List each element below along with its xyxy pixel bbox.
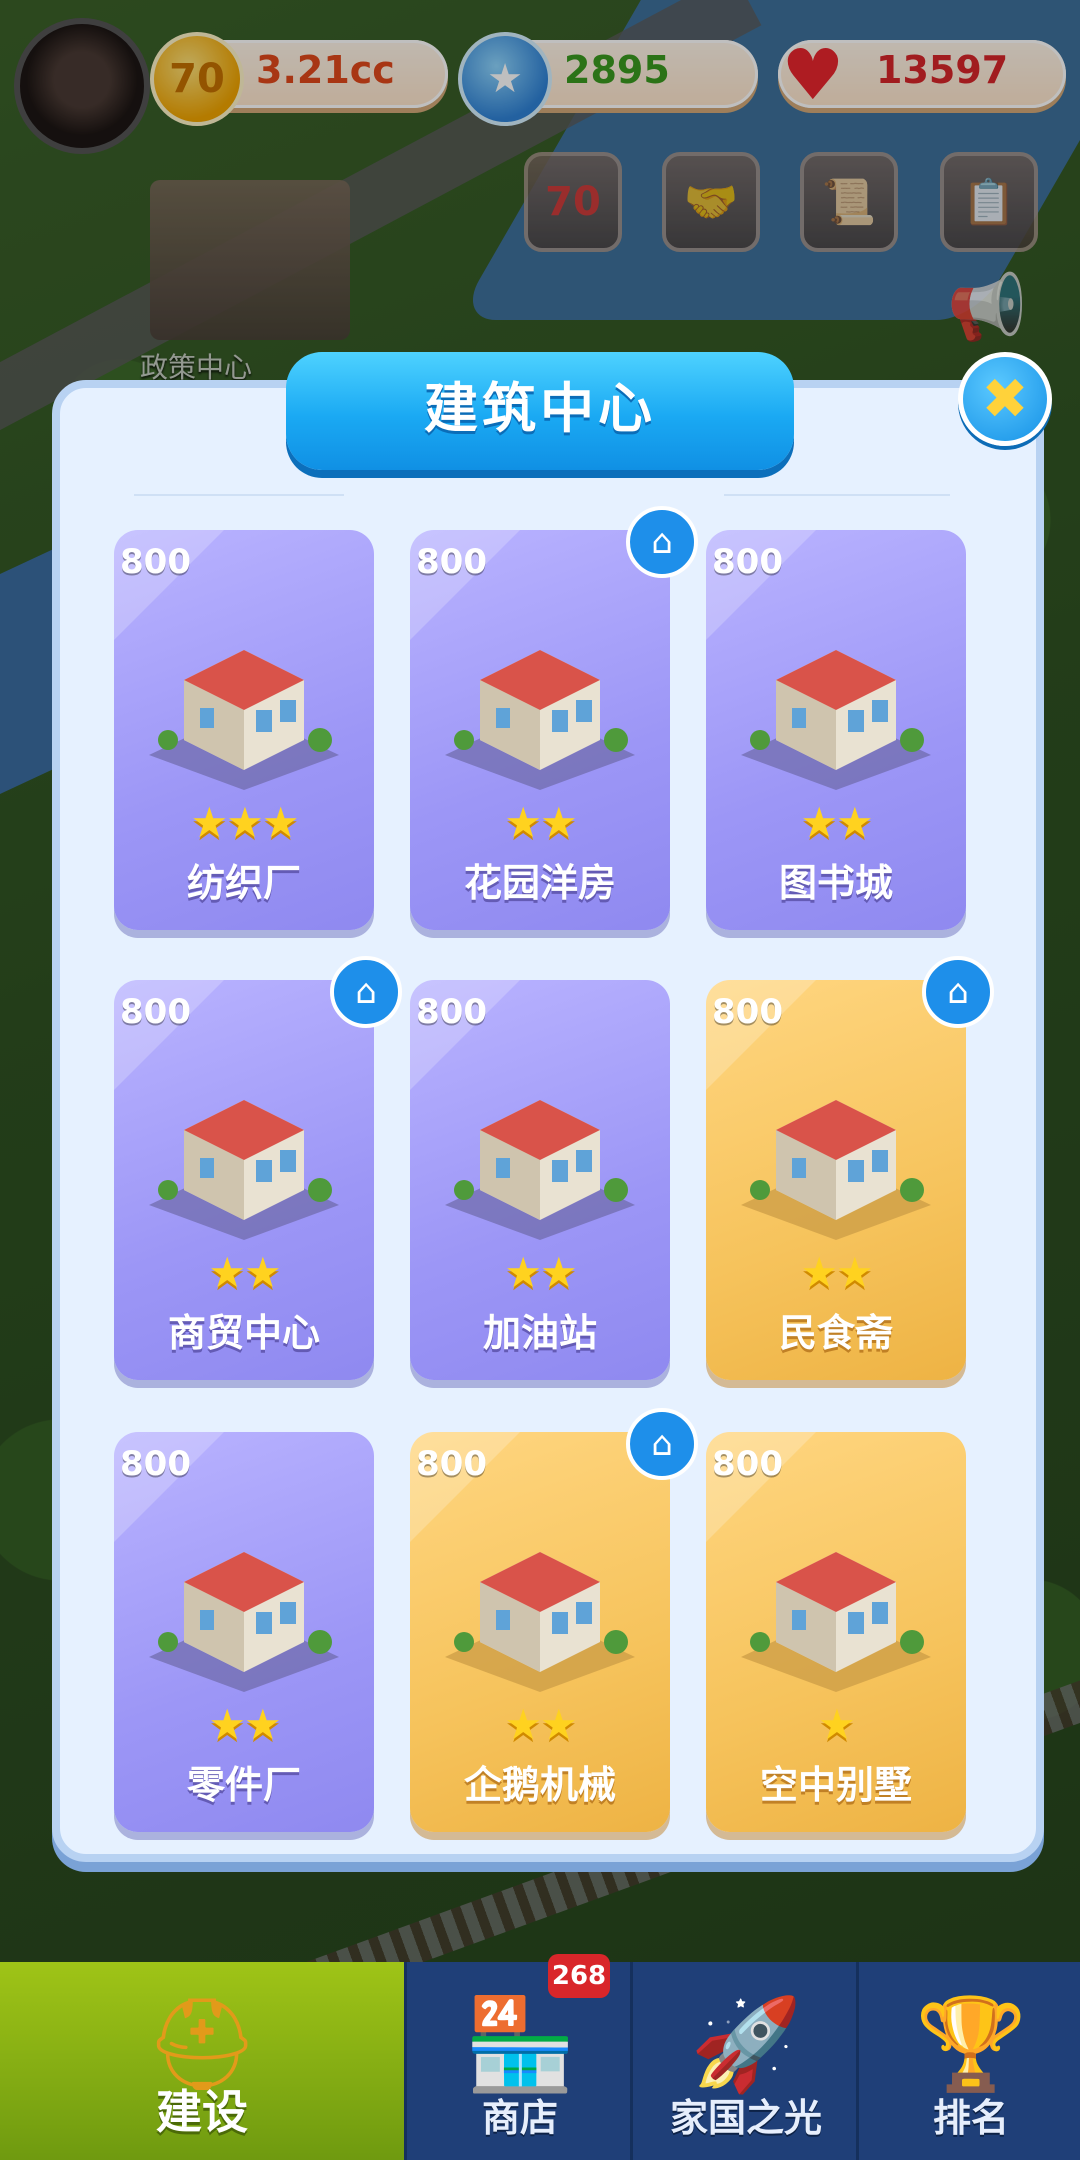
building-name: 商贸中心 bbox=[167, 1311, 320, 1355]
factory-icon bbox=[149, 650, 339, 790]
gas-station-icon bbox=[445, 1100, 635, 1240]
building-price: 800 bbox=[120, 1444, 191, 1484]
building-name: 空中别墅 bbox=[759, 1763, 912, 1807]
rating-stars: ★★★ bbox=[190, 798, 300, 847]
building-card[interactable]: 800 ★★ 企鹅机械 bbox=[410, 1432, 670, 1832]
rating-stars: ★★ bbox=[800, 798, 873, 847]
building-name: 零件厂 bbox=[186, 1763, 301, 1807]
building-card[interactable]: 800 ★★ 图书城 bbox=[706, 530, 966, 930]
building-card[interactable]: 800 ★★★ 纺织厂 bbox=[114, 530, 374, 930]
building-price: 800 bbox=[712, 1444, 783, 1484]
nav-national-glory[interactable]: 🚀 家国之光 bbox=[630, 1962, 859, 2160]
podium-icon: 🏆 bbox=[914, 1992, 1028, 2097]
home-badge-icon[interactable]: ⌂ bbox=[330, 956, 402, 1028]
rocket-icon: 🚀 bbox=[689, 1992, 803, 2097]
building-name: 图书城 bbox=[778, 861, 893, 905]
rating-stars: ★★ bbox=[208, 1700, 281, 1749]
rating-stars: ★★ bbox=[504, 1700, 577, 1749]
bottom-nav: ⛑ 建设 🏪 商店 🚀 家国之光 🏆 排名 bbox=[0, 1962, 1080, 2160]
building-price: 800 bbox=[120, 992, 191, 1032]
nav-ranking[interactable]: 🏆 排名 bbox=[856, 1962, 1080, 2160]
building-price: 800 bbox=[416, 1444, 487, 1484]
nav-build-label: 建设 bbox=[156, 2085, 248, 2139]
tower-icon bbox=[445, 1552, 635, 1692]
nav-build[interactable]: ⛑ 建设 bbox=[0, 1962, 404, 2160]
nav-shop-label: 商店 bbox=[481, 2096, 558, 2140]
building-card[interactable]: 800 ★★ 花园洋房 bbox=[410, 530, 670, 930]
building-card[interactable]: 800 ★★ 民食斋 bbox=[706, 980, 966, 1380]
building-price: 800 bbox=[712, 992, 783, 1032]
rating-stars: ★★ bbox=[504, 1248, 577, 1297]
building-card[interactable]: 800 ★★ 商贸中心 bbox=[114, 980, 374, 1380]
building-name: 加油站 bbox=[482, 1311, 597, 1355]
home-badge-icon[interactable]: ⌂ bbox=[626, 1408, 698, 1480]
building-name: 民食斋 bbox=[778, 1311, 893, 1355]
nav-ranking-label: 排名 bbox=[932, 2096, 1009, 2140]
nav-national-glory-label: 家国之光 bbox=[669, 2096, 822, 2140]
rating-stars: ★★ bbox=[208, 1248, 281, 1297]
rating-stars: ★★ bbox=[504, 798, 577, 847]
panel-title: 建筑中心 bbox=[286, 352, 794, 470]
divider bbox=[134, 494, 344, 496]
building-price: 800 bbox=[120, 542, 191, 582]
rating-stars: ★★ bbox=[800, 1248, 873, 1297]
building-card[interactable]: 800 ★★ 零件厂 bbox=[114, 1432, 374, 1832]
pagoda-restaurant-icon bbox=[741, 1100, 931, 1240]
villa-icon bbox=[741, 1552, 931, 1692]
building-card[interactable]: 800 ★★ 加油站 bbox=[410, 980, 670, 1380]
shop-count-badge: 268 bbox=[548, 1954, 610, 1998]
building-card[interactable]: 800 ★ 空中别墅 bbox=[706, 1432, 966, 1832]
rating-stars: ★ bbox=[818, 1700, 856, 1749]
bookstore-icon bbox=[741, 650, 931, 790]
home-badge-icon[interactable]: ⌂ bbox=[922, 956, 994, 1028]
building-price: 800 bbox=[416, 992, 487, 1032]
parts-factory-icon bbox=[149, 1552, 339, 1692]
building-name: 纺织厂 bbox=[186, 861, 301, 905]
trade-center-icon bbox=[149, 1100, 339, 1240]
house-icon bbox=[445, 650, 635, 790]
shop-icon: 🏪 bbox=[463, 1992, 577, 2097]
building-price: 800 bbox=[712, 542, 783, 582]
building-name: 企鹅机械 bbox=[463, 1763, 616, 1807]
divider bbox=[724, 494, 950, 496]
close-icon: ✖ bbox=[981, 366, 1029, 432]
home-badge-icon[interactable]: ⌂ bbox=[626, 506, 698, 578]
building-price: 800 bbox=[416, 542, 487, 582]
close-button[interactable]: ✖ bbox=[958, 352, 1052, 446]
building-name: 花园洋房 bbox=[463, 861, 616, 905]
